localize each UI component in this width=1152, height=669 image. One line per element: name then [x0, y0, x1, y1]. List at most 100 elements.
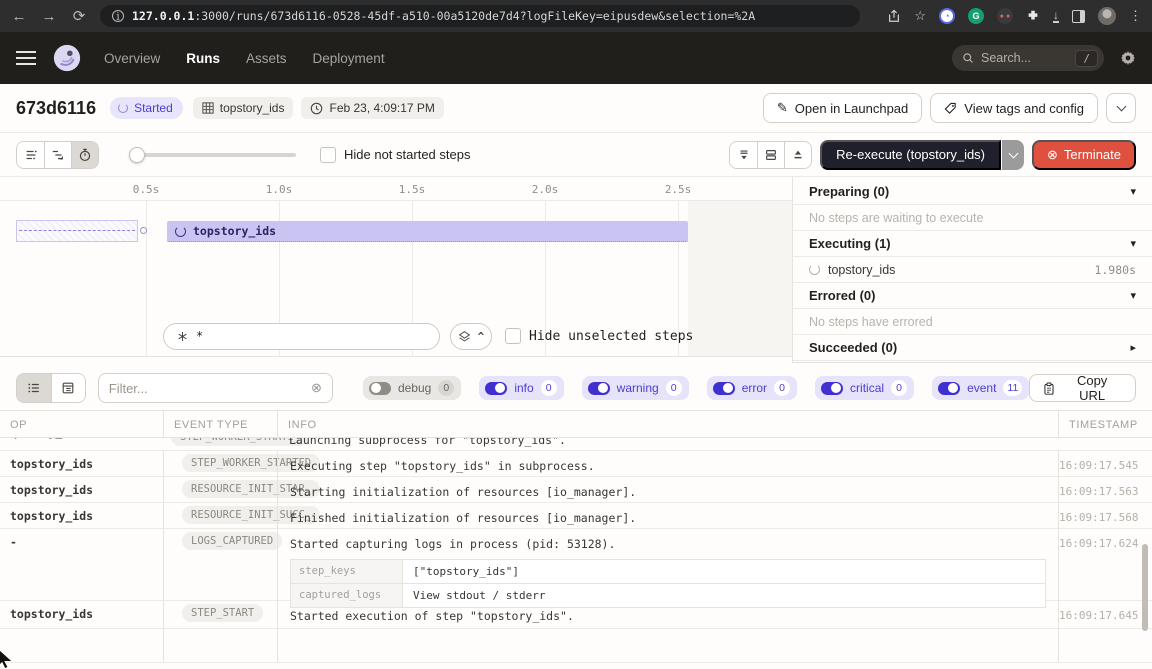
section-caret-icon: ▸	[1130, 341, 1136, 354]
hamburger-menu-icon[interactable]	[16, 51, 36, 65]
hide-not-started-label: Hide not started steps	[344, 147, 470, 162]
step-spinner-icon	[809, 264, 820, 275]
expand-up-button[interactable]	[784, 142, 811, 168]
browser-menu-icon[interactable]: ⋮	[1129, 8, 1142, 24]
toggle-switch	[369, 382, 391, 395]
metadata-row: step_keys ["topstory_ids"]	[291, 560, 1045, 583]
preparing-empty-row: No steps are waiting to execute	[793, 205, 1152, 231]
metadata-key: step_keys	[291, 560, 403, 583]
hide-unselected-label: Hide unselected steps	[529, 329, 693, 344]
op-cell: topstory_ids	[0, 601, 163, 628]
extensions-puzzle-icon[interactable]	[1026, 9, 1040, 23]
log-row[interactable]: topstory_ids STEP_START Started executio…	[0, 601, 1152, 629]
dagster-logo[interactable]	[52, 43, 82, 73]
nav-link-overview[interactable]: Overview	[104, 51, 160, 66]
column-header-info: INFO	[277, 411, 1058, 437]
op-cell: topstory_ids	[0, 451, 163, 476]
gantt-step-bar[interactable]: topstory_ids	[167, 221, 688, 242]
log-structured-view-button[interactable]	[51, 374, 85, 402]
toggle-switch	[588, 382, 610, 395]
run-main-area: 0.5s 1.0s 1.5s 2.0s 2.5s topstory_ids *	[0, 177, 1152, 366]
browser-forward-button[interactable]: →	[40, 8, 58, 25]
level-toggle-warning[interactable]: warning0	[582, 376, 689, 400]
open-in-launchpad-button[interactable]: ✎ Open in Launchpad	[763, 93, 922, 123]
screen: ← → ⟳ i 127.0.0.1:3000/runs/673d6116-052…	[0, 0, 1152, 669]
reexecute-button[interactable]: Re-execute (topstory_ids)	[820, 140, 1001, 170]
level-toggle-error[interactable]: error0	[707, 376, 797, 400]
metadata-value: ["topstory_ids"]	[403, 560, 1045, 583]
level-count-badge: 0	[541, 380, 557, 396]
extension-icon-2[interactable]: ● ●	[997, 8, 1013, 24]
address-bar[interactable]: i 127.0.0.1:3000/runs/673d6116-0528-45df…	[100, 5, 860, 27]
section-executing[interactable]: Executing (1) ▾	[793, 231, 1152, 257]
timed-view-button[interactable]	[71, 142, 98, 168]
log-list-view-button[interactable]	[17, 374, 51, 402]
terminate-button[interactable]: ⊗ Terminate	[1032, 140, 1136, 170]
global-search-input[interactable]: Search... /	[952, 45, 1104, 71]
collapse-down-button[interactable]	[730, 142, 757, 168]
logs-scrollbar-thumb[interactable]	[1142, 544, 1148, 631]
nav-link-deployment[interactable]: Deployment	[313, 51, 385, 66]
section-succeeded[interactable]: Succeeded (0) ▸	[793, 335, 1152, 361]
search-shortcut-badge: /	[1075, 50, 1098, 67]
browser-reload-button[interactable]: ⟳	[70, 7, 88, 25]
section-title: Preparing (0)	[809, 184, 1130, 199]
log-filter-input[interactable]: Filter... ⊗	[98, 373, 333, 403]
extension-icon-grammarly[interactable]: G	[968, 8, 984, 24]
level-toggle-critical[interactable]: critical0	[815, 376, 914, 400]
executing-step-row[interactable]: topstory_ids 1.980s	[793, 257, 1152, 283]
settings-gear-icon[interactable]	[1120, 50, 1136, 66]
section-caret-icon: ▾	[1130, 289, 1136, 302]
extension-icon-1[interactable]: ◔	[939, 8, 955, 24]
logs-panel: Filter... ⊗ debug0 info0 warning0 error0…	[0, 366, 1152, 669]
url-text: 127.0.0.1:3000/runs/673d6116-0528-45df-a…	[132, 9, 755, 23]
page-info-icon[interactable]: i	[112, 10, 124, 22]
flatten-view-button[interactable]	[17, 142, 44, 168]
level-count-badge: 0	[774, 380, 790, 396]
run-status-badge: Started	[110, 97, 183, 119]
gantt-pending-box	[16, 220, 138, 242]
log-view-mode-group	[16, 373, 86, 403]
nav-link-assets[interactable]: Assets	[246, 51, 287, 66]
log-row-logs-captured[interactable]: - LOGS_CAPTURED Started capturing logs i…	[0, 529, 1152, 601]
nav-link-runs[interactable]: Runs	[186, 51, 220, 66]
downloads-icon[interactable]: ↓	[1053, 10, 1059, 23]
split-rows-button[interactable]	[757, 142, 784, 168]
view-tags-config-button[interactable]: View tags and config	[930, 93, 1098, 123]
waterfall-view-button[interactable]	[44, 142, 71, 168]
level-toggle-debug[interactable]: debug0	[363, 376, 461, 400]
axis-tick: 2.0s	[530, 183, 560, 196]
layers-icon[interactable]	[458, 330, 471, 343]
run-header: 673d6116 Started topstory_ids Feb 23, 4:…	[0, 84, 1152, 133]
slider-knob[interactable]	[129, 147, 145, 163]
gantt-zoom-slider[interactable]	[131, 153, 296, 157]
side-panel-icon[interactable]	[1072, 10, 1085, 23]
collapse-caret-icon[interactable]: ^	[478, 330, 485, 343]
section-errored[interactable]: Errored (0) ▾	[793, 283, 1152, 309]
log-row[interactable]: topstory_ids RESOURCE_INIT_STAR_ Startin…	[0, 477, 1152, 503]
log-row-clipped[interactable]: topstory_ids STEP_WORKER_STARTI_ Launchi…	[0, 438, 1152, 451]
log-row[interactable]: topstory_ids RESOURCE_INIT_SUCC_ Finishe…	[0, 503, 1152, 529]
hide-not-started-checkbox[interactable]	[320, 147, 336, 163]
hide-unselected-checkbox[interactable]	[505, 328, 521, 344]
run-more-actions-button[interactable]	[1106, 93, 1136, 123]
browser-back-button[interactable]: ←	[10, 8, 28, 25]
empty-state-text: No steps have errored	[809, 315, 933, 329]
clear-filter-icon[interactable]: ⊗	[311, 380, 322, 396]
bookmark-star-icon[interactable]: ☆	[914, 8, 926, 24]
share-icon[interactable]	[887, 9, 901, 23]
log-row[interactable]: topstory_ids STEP_WORKER_STARTED Executi…	[0, 451, 1152, 477]
level-count-badge: 0	[438, 380, 454, 396]
log-filter-placeholder: Filter...	[109, 381, 311, 396]
job-tag[interactable]: topstory_ids	[193, 97, 294, 119]
copy-url-button[interactable]: Copy URL	[1029, 374, 1136, 402]
section-preparing[interactable]: Preparing (0) ▾	[793, 179, 1152, 205]
timestamp-cell: 16:09:17.545	[1058, 451, 1152, 476]
browser-profile-avatar[interactable]	[1098, 7, 1116, 25]
level-toggle-event[interactable]: event11	[932, 376, 1029, 400]
step-selection-input[interactable]: *	[163, 323, 440, 350]
level-toggle-info[interactable]: info0	[479, 376, 563, 400]
timestamp-cell: 16:09:17.568	[1058, 503, 1152, 528]
reexecute-dropdown-button[interactable]	[1002, 140, 1024, 170]
op-cell: topstory_ids	[0, 477, 163, 502]
